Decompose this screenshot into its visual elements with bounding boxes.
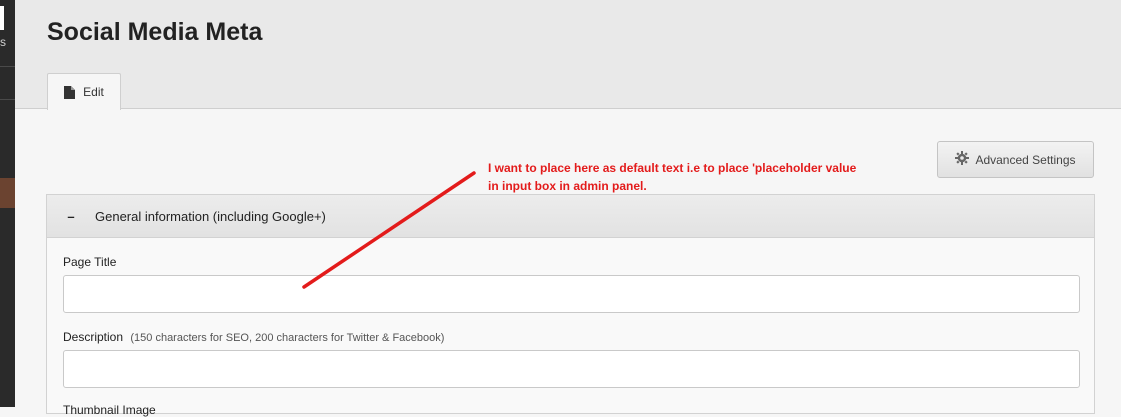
gear-icon	[955, 151, 970, 168]
document-icon	[64, 85, 76, 99]
advanced-settings-label: Advanced Settings	[975, 152, 1076, 167]
description-input[interactable]	[63, 350, 1080, 388]
sidebar-divider	[0, 66, 15, 67]
panel-title: General information (including Google+)	[95, 208, 326, 224]
description-label: Description (150 characters for SEO, 200…	[63, 330, 444, 344]
collapse-toggle[interactable]: –	[47, 209, 95, 224]
page-header: Social Media Meta Edit	[15, 0, 1121, 110]
annotation-note: I want to place here as default text i.e…	[488, 159, 938, 195]
tab-label: Edit	[83, 85, 104, 99]
panel-header[interactable]: – General information (including Google+…	[47, 195, 1094, 238]
page-title: Social Media Meta	[47, 18, 263, 46]
admin-sidebar: s	[0, 0, 15, 407]
sidebar-divider	[0, 99, 15, 100]
sidebar-logo-fragment	[0, 6, 4, 30]
field-label-text: Page Title	[63, 255, 117, 269]
page-title-input[interactable]	[63, 275, 1080, 313]
tab-edit[interactable]: Edit	[47, 73, 121, 110]
advanced-settings-button[interactable]: Advanced Settings	[937, 141, 1094, 178]
page-title-label: Page Title	[63, 255, 116, 269]
sidebar-active-item[interactable]	[0, 178, 15, 208]
thumbnail-image-label: Thumbnail Image	[63, 403, 156, 417]
general-information-panel: – General information (including Google+…	[46, 194, 1095, 417]
field-label-text: Description	[63, 330, 124, 344]
sidebar-text-fragment: s	[0, 35, 6, 49]
annotation-line-1: I want to place here as default text i.e…	[488, 161, 857, 175]
description-hint: (150 characters for SEO, 200 characters …	[130, 332, 445, 344]
annotation-line-2: in input box in admin panel.	[488, 179, 647, 193]
